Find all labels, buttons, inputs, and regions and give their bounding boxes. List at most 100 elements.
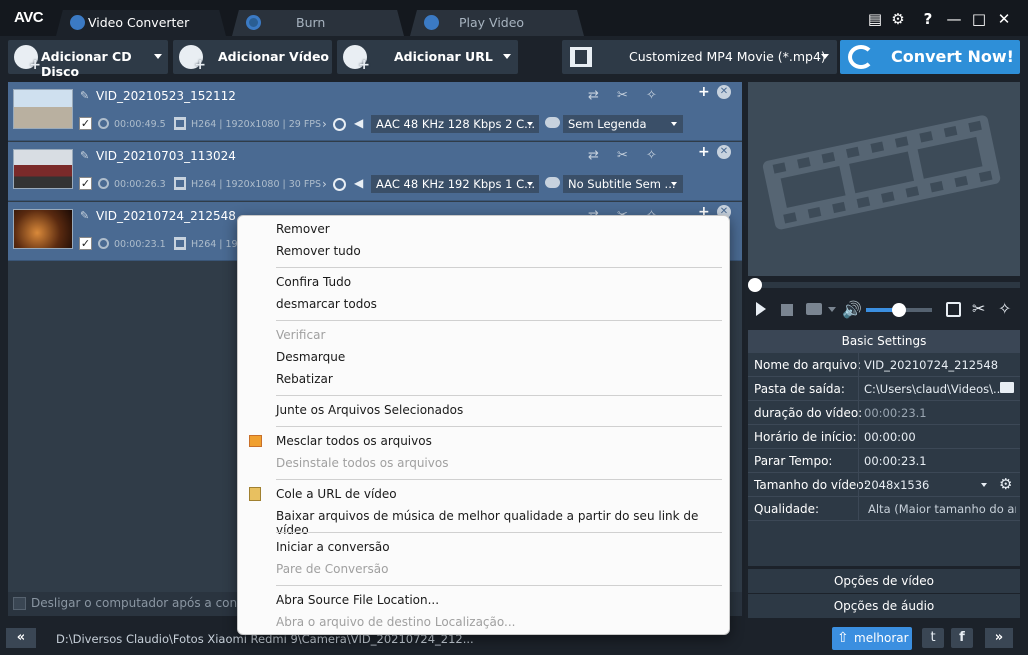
remove-icon[interactable]: ✕ xyxy=(717,145,731,159)
menu-separator xyxy=(276,320,722,321)
file-row[interactable]: ✎ VID_20210523_152112 ⇄ ✂ ✧ + ✕ ✓ 00:00:… xyxy=(8,82,742,141)
scissors-icon[interactable]: ✂ xyxy=(617,88,628,103)
checkbox[interactable]: ✓ xyxy=(79,237,92,250)
setting-value[interactable]: VID_20210724_212548 xyxy=(864,358,998,372)
film-icon xyxy=(174,177,186,190)
audio-track-select[interactable]: AAC 48 KHz 128 Kbps 2 C... xyxy=(371,115,539,133)
upgrade-label: melhorar xyxy=(854,631,909,645)
gear-icon[interactable]: ⚙ xyxy=(888,9,908,29)
tab-video-converter[interactable]: Video Converter xyxy=(56,10,226,36)
subtitle-icon xyxy=(545,117,560,128)
help-icon[interactable]: ? xyxy=(918,9,938,29)
menu-item-merge-all[interactable]: Mesclar todos os arquivos xyxy=(276,434,432,448)
tab-play-video[interactable]: Play Video xyxy=(410,10,584,36)
add-video-button[interactable]: Adicionar Vídeo xyxy=(173,40,332,74)
twitter-icon[interactable]: t xyxy=(922,628,944,648)
add-icon[interactable]: + xyxy=(698,144,710,160)
checkbox[interactable]: ✓ xyxy=(79,117,92,130)
add-url-button[interactable]: Adicionar URL xyxy=(337,40,518,74)
pencil-icon[interactable]: ✎ xyxy=(80,89,89,102)
file-name: VID_20210523_152112 xyxy=(96,89,236,103)
setting-value[interactable]: 00:00:23.1 xyxy=(864,454,927,468)
setting-quality[interactable]: Qualidade: Alta (Maior tamanho do arc xyxy=(748,497,1020,521)
reel-icon xyxy=(333,118,346,131)
menu-item-unmerge-all: Desinstale todos os arquivos xyxy=(276,456,449,470)
clock-icon xyxy=(98,178,109,189)
menu-item-uncheck[interactable]: Desmarque xyxy=(276,350,345,364)
subtitle-select[interactable]: No Subtitle Sem ... xyxy=(563,175,683,193)
setting-start-time[interactable]: Horário de início: 00:00:00 xyxy=(748,425,1020,449)
shutdown-checkbox[interactable] xyxy=(13,597,26,610)
collapse-right-button[interactable]: » xyxy=(985,628,1013,648)
setting-value[interactable]: 2048x1536 xyxy=(864,478,929,492)
setting-value[interactable]: Alta (Maior tamanho do arc xyxy=(868,502,1016,516)
camera-icon[interactable] xyxy=(806,303,822,315)
scissors-icon[interactable]: ✂ xyxy=(972,299,985,318)
checkbox[interactable]: ✓ xyxy=(79,177,92,190)
add-icon[interactable]: + xyxy=(698,84,710,100)
skin-icon[interactable]: ▤ xyxy=(865,9,885,29)
facebook-icon[interactable]: f xyxy=(951,628,973,648)
format-select[interactable]: Customized MP4 Movie (*.mp4) xyxy=(562,40,837,74)
subtitle-select[interactable]: Sem Legenda xyxy=(563,115,683,133)
tab-label: Video Converter xyxy=(88,15,190,30)
sync-icon[interactable]: ⇄ xyxy=(588,148,599,163)
upgrade-button[interactable]: ⇧ melhorar xyxy=(832,627,912,650)
maximize-icon[interactable]: □ xyxy=(969,9,989,29)
remove-icon[interactable]: ✕ xyxy=(717,85,731,99)
convert-now-button[interactable]: Convert Now! xyxy=(840,40,1020,74)
menu-item-check-all[interactable]: Confira Tudo xyxy=(276,275,351,289)
setting-stop-time[interactable]: Parar Tempo: 00:00:23.1 xyxy=(748,449,1020,473)
close-icon[interactable]: ✕ xyxy=(994,9,1014,29)
chevron-down-icon[interactable] xyxy=(154,54,162,59)
seek-bar[interactable] xyxy=(748,278,1020,292)
chevron-down-icon[interactable] xyxy=(503,54,511,59)
settings-header: Basic Settings xyxy=(748,330,1020,353)
magic-icon[interactable]: ✧ xyxy=(646,148,657,163)
menu-item-check: Verificar xyxy=(276,328,326,342)
menu-item-rename[interactable]: Rebatizar xyxy=(276,372,333,386)
add-cd-button[interactable]: Adicionar CD Disco xyxy=(8,40,168,79)
video-options-button[interactable]: Opções de vídeo xyxy=(748,569,1020,593)
file-row[interactable]: ✎ VID_20210703_113024 ⇄ ✂ ✧ + ✕ ✓ 00:00:… xyxy=(8,142,742,201)
tab-burn[interactable]: Burn xyxy=(232,10,404,36)
menu-item-paste-url[interactable]: Cole a URL de vídeo xyxy=(276,487,397,501)
chevron-down-icon[interactable] xyxy=(828,307,836,312)
magic-icon[interactable]: ✧ xyxy=(998,299,1011,318)
gear-icon[interactable]: ⚙ xyxy=(999,475,1012,493)
menu-item-open-source-location[interactable]: Abra Source File Location... xyxy=(276,593,439,607)
minimize-icon[interactable]: — xyxy=(944,9,964,29)
audio-track-select[interactable]: AAC 48 KHz 192 Kbps 1 C... xyxy=(371,175,539,193)
setting-file-name[interactable]: Nome do arquivo: VID_20210724_212548 xyxy=(748,353,1020,377)
volume-icon[interactable]: 🔊 xyxy=(842,300,862,319)
magic-icon[interactable]: ✧ xyxy=(646,88,657,103)
setting-value[interactable]: 00:00:00 xyxy=(864,430,916,444)
volume-handle[interactable] xyxy=(892,303,906,317)
chevron-down-icon[interactable] xyxy=(981,483,987,487)
audio-options-button[interactable]: Opções de áudio xyxy=(748,594,1020,618)
title-bar: AVC Video Converter Burn Play Video ▤ ⚙ … xyxy=(0,0,1028,36)
copy-icon[interactable] xyxy=(946,302,961,317)
video-thumbnail xyxy=(13,149,73,189)
setting-video-size[interactable]: Tamanho do vídeo: 2048x1536 ⚙ xyxy=(748,473,1020,497)
scissors-icon[interactable]: ✂ xyxy=(617,148,628,163)
folder-icon[interactable] xyxy=(1000,382,1014,393)
video-info: H264 | 1920x1080 | 30 FPS xyxy=(191,179,322,190)
seek-handle[interactable] xyxy=(748,278,762,292)
menu-item-uncheck-all[interactable]: desmarcar todos xyxy=(276,297,377,311)
collapse-left-button[interactable]: « xyxy=(6,628,36,648)
play-icon[interactable] xyxy=(756,302,766,316)
menu-item-remove-all[interactable]: Remover tudo xyxy=(276,244,361,258)
setting-value[interactable]: C:\Users\claud\Videos\... xyxy=(864,382,1000,396)
stop-icon[interactable] xyxy=(781,304,793,316)
setting-output-folder[interactable]: Pasta de saída: C:\Users\claud\Videos\... xyxy=(748,377,1020,401)
pencil-icon[interactable]: ✎ xyxy=(80,149,89,162)
volume-slider[interactable] xyxy=(866,303,932,317)
pencil-icon[interactable]: ✎ xyxy=(80,209,89,222)
disc-add-icon xyxy=(14,45,41,73)
setting-key: duração do vídeo: xyxy=(754,406,863,420)
menu-item-join-selected[interactable]: Junte os Arquivos Selecionados xyxy=(276,403,463,417)
menu-item-remove[interactable]: Remover xyxy=(276,222,330,236)
sync-icon[interactable]: ⇄ xyxy=(588,88,599,103)
menu-item-start-conversion[interactable]: Iniciar a conversão xyxy=(276,540,390,554)
